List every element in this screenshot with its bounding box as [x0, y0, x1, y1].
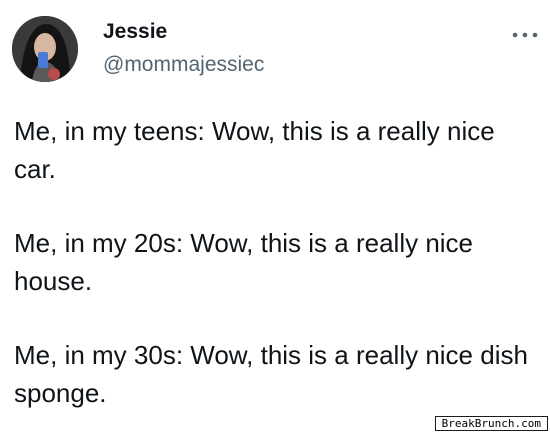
tweet-text: Me, in my teens: Wow, this is a really n…: [14, 112, 539, 448]
user-handle[interactable]: @mommajessiec: [103, 52, 264, 78]
more-horizontal-icon: [512, 32, 538, 38]
display-name[interactable]: Jessie: [103, 19, 167, 45]
tweet-card: Jessie @mommajessiec Me, in my teens: Wo…: [0, 0, 550, 433]
tweet-paragraph: Me, in my 20s: Wow, this is a really nic…: [14, 228, 474, 296]
avatar-photo: [12, 16, 78, 82]
avatar[interactable]: [12, 16, 78, 82]
tweet-paragraph: Me, in my teens: Wow, this is a really n…: [14, 116, 495, 184]
watermark-label: BreakBrunch.com: [434, 416, 548, 431]
more-options-button[interactable]: [508, 24, 542, 46]
tweet-paragraph: Me, in my 30s: Wow, this is a really nic…: [14, 340, 528, 408]
